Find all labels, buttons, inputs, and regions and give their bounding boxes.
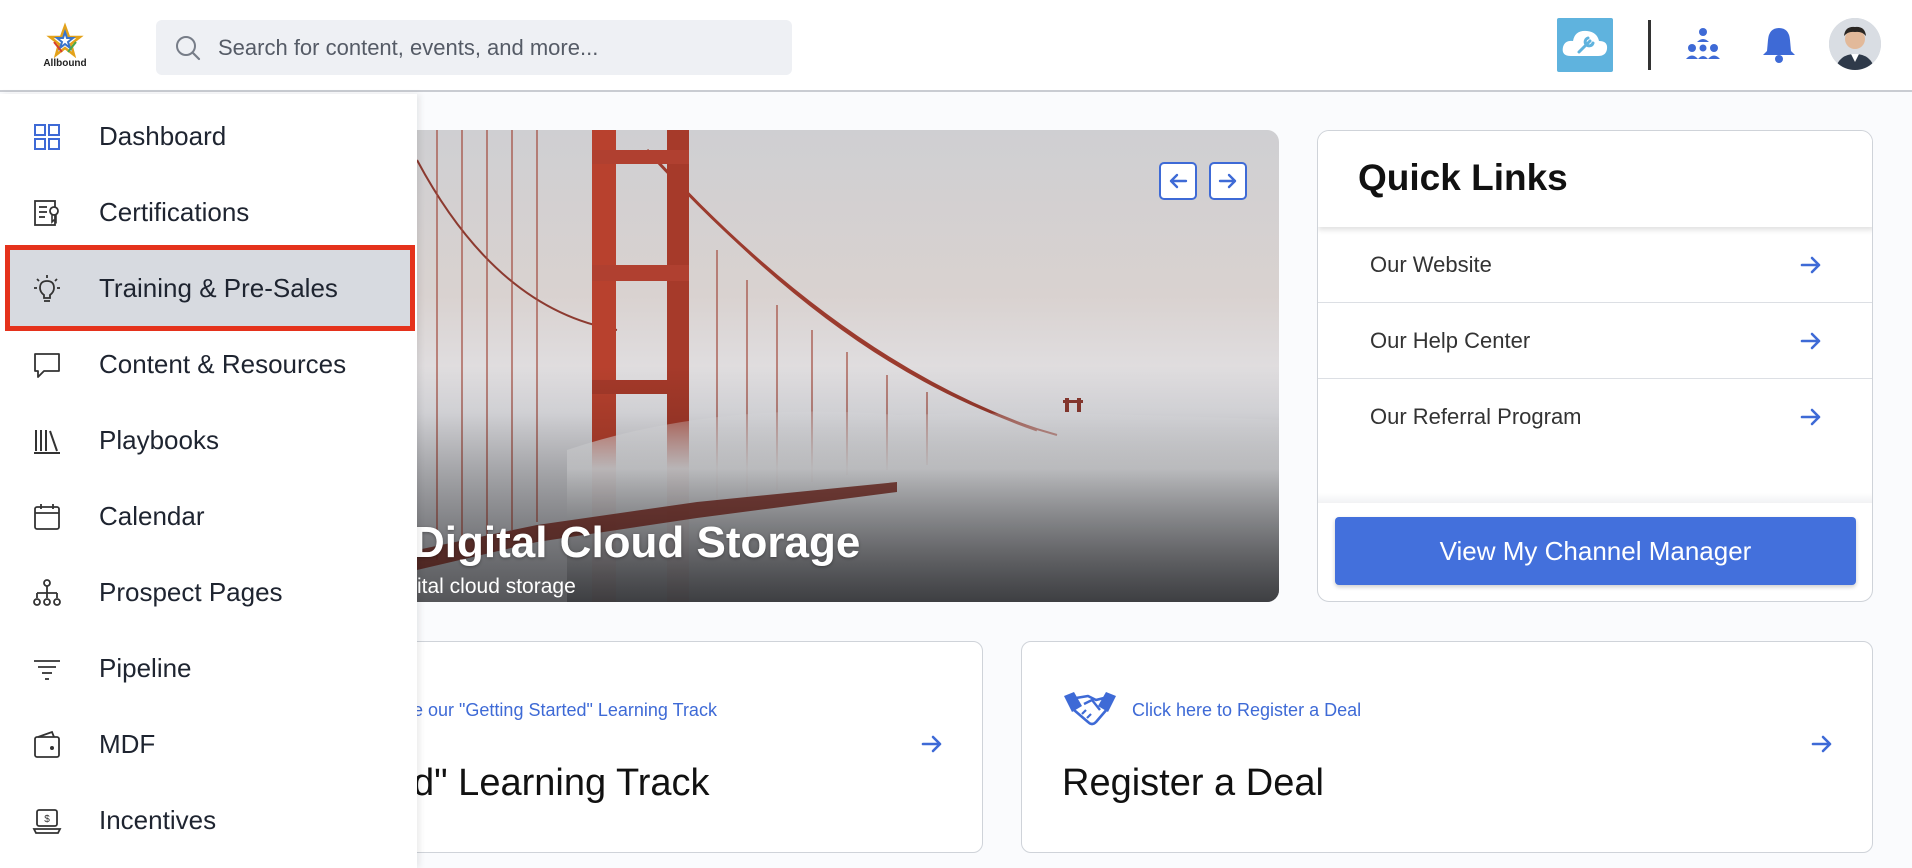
laptop-dollar-icon: $ (32, 809, 62, 834)
filter-lines-icon (34, 660, 60, 680)
search-input[interactable] (218, 20, 778, 75)
team-icon (1686, 28, 1720, 59)
hero-title: Digital Cloud Storage (417, 518, 861, 567)
sidebar-item-label: MDF (99, 729, 156, 759)
sidebar-item-playbooks[interactable]: Playbooks (0, 402, 417, 478)
quick-link-label: Our Referral Program (1370, 404, 1582, 429)
bell-icon (1763, 28, 1795, 63)
quick-link-our-website[interactable]: Our Website (1318, 227, 1872, 303)
sidebar-nav: Dashboard Certifications Training & Pre-… (0, 94, 417, 868)
allbound-logo[interactable]: Allbound (40, 22, 90, 70)
quick-link-our-help-center[interactable]: Our Help Center (1318, 303, 1872, 379)
quick-links-header: Quick Links (1318, 131, 1872, 227)
books-icon (34, 430, 60, 454)
sidebar-item-calendar[interactable]: Calendar (0, 478, 417, 554)
chat-bubble-icon (34, 353, 60, 378)
sidebar-item-label: Incentives (99, 805, 217, 835)
search-bar[interactable] (156, 20, 792, 75)
lightbulb-icon (34, 275, 60, 302)
avatar-image (1829, 18, 1881, 70)
sidebar-item-label: Playbooks (99, 425, 219, 455)
sidebar-item-label: Content & Resources (99, 349, 347, 379)
cloud-wrench-button[interactable] (1557, 18, 1613, 72)
team-button[interactable] (1684, 26, 1722, 64)
cloud-wrench-icon (1562, 30, 1608, 56)
quick-links-title: Quick Links (1358, 157, 1568, 198)
notifications-button[interactable] (1760, 24, 1798, 64)
user-avatar[interactable] (1829, 18, 1881, 70)
quick-link-label: Our Help Center (1370, 328, 1531, 353)
sidebar-item-mdf[interactable]: MDF (0, 706, 417, 782)
top-header: Allbound (0, 0, 1912, 92)
hierarchy-icon (33, 579, 61, 606)
certificate-icon (34, 200, 59, 226)
learning-track-title: d" Learning Track (413, 762, 710, 804)
calendar-icon (34, 504, 60, 530)
sidebar-item-pipeline[interactable]: Pipeline (0, 630, 417, 706)
sidebar-item-content-resources[interactable]: Content & Resources (0, 326, 417, 402)
sidebar-item-label: Pipeline (99, 653, 192, 683)
arrow-left-icon (1169, 173, 1188, 189)
wallet-icon (34, 730, 60, 758)
register-deal-title: Register a Deal (1062, 762, 1324, 804)
learning-track-link[interactable]: e our "Getting Started" Learning Track (413, 700, 717, 721)
arrow-right-icon (1800, 332, 1821, 350)
carousel-next-button[interactable] (1209, 162, 1247, 200)
arrow-right-icon (1800, 408, 1821, 426)
sidebar-item-incentives[interactable]: $ Incentives (0, 782, 417, 858)
arrow-right-icon (1800, 256, 1821, 274)
grid-icon (34, 124, 60, 150)
sidebar-item-training-pre-sales[interactable]: Training & Pre-Sales (5, 245, 415, 331)
quick-link-our-referral-program[interactable]: Our Referral Program (1318, 379, 1872, 455)
carousel-prev-button[interactable] (1159, 162, 1197, 200)
view-channel-manager-button[interactable]: View My Channel Manager (1335, 517, 1856, 585)
sidebar-item-label: Dashboard (99, 121, 227, 151)
sidebar-item-dashboard[interactable]: Dashboard (0, 98, 417, 174)
quick-links-panel: Our Website Our Help Center Our Referral… (1317, 130, 1873, 602)
arrow-right-icon (1218, 173, 1237, 189)
register-deal-card[interactable]: Click here to Register a Deal Register a… (1021, 641, 1873, 853)
search-icon (176, 36, 201, 61)
header-divider (1648, 20, 1651, 70)
logo-text: Allbound (43, 58, 87, 69)
handshake-icon (1064, 692, 1116, 726)
sidebar-item-label: Certifications (99, 197, 250, 227)
sidebar-item-certifications[interactable]: Certifications (0, 174, 417, 250)
sidebar-item-label: Prospect Pages (99, 577, 283, 607)
quick-link-label: Our Website (1370, 252, 1492, 277)
arrow-right-icon (921, 735, 942, 753)
hero-banner[interactable]: Digital Cloud Storage ital cloud storage (417, 130, 1279, 602)
star-logo-icon (46, 22, 84, 58)
sidebar-item-prospect-pages[interactable]: Prospect Pages (0, 554, 417, 630)
sidebar-item-label: Calendar (99, 501, 205, 531)
arrow-right-icon (1811, 735, 1832, 753)
hero-subtitle: ital cloud storage (417, 575, 576, 598)
register-deal-link[interactable]: Click here to Register a Deal (1132, 700, 1361, 721)
panel-divider (1318, 493, 1872, 503)
sidebar-item-label: Training & Pre-Sales (99, 273, 338, 303)
svg-text:$: $ (44, 814, 50, 825)
